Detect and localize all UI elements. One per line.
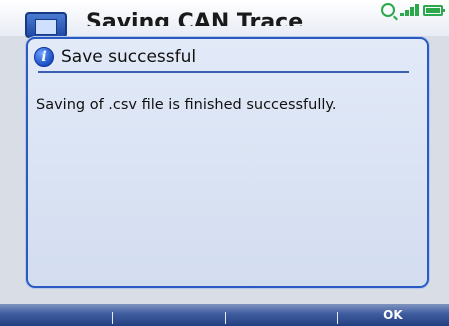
battery-icon — [423, 4, 445, 16]
monitor-icon — [25, 12, 67, 38]
signal-icon — [398, 4, 420, 16]
ok-button[interactable]: OK — [336, 304, 449, 326]
app-header: Saving CAN Trace — [0, 0, 449, 38]
app-title: Saving CAN Trace — [86, 12, 304, 26]
search-icon — [381, 3, 395, 17]
save-success-dialog: i Save successful Saving of .csv file is… — [26, 37, 429, 288]
dialog-divider — [38, 71, 409, 73]
softkey-1[interactable] — [0, 304, 112, 326]
dialog-title: Save successful — [61, 47, 197, 67]
status-bar — [381, 2, 445, 18]
device-screen: Saving CAN Trace i Save successful Savin… — [0, 0, 449, 326]
dialog-message: Saving of .csv file is finished successf… — [36, 97, 337, 113]
info-icon: i — [34, 47, 54, 67]
softkey-bar: OK — [0, 304, 449, 326]
dialog-header: i Save successful — [34, 43, 417, 71]
softkey-2[interactable] — [112, 304, 224, 326]
softkey-3[interactable] — [224, 304, 337, 326]
